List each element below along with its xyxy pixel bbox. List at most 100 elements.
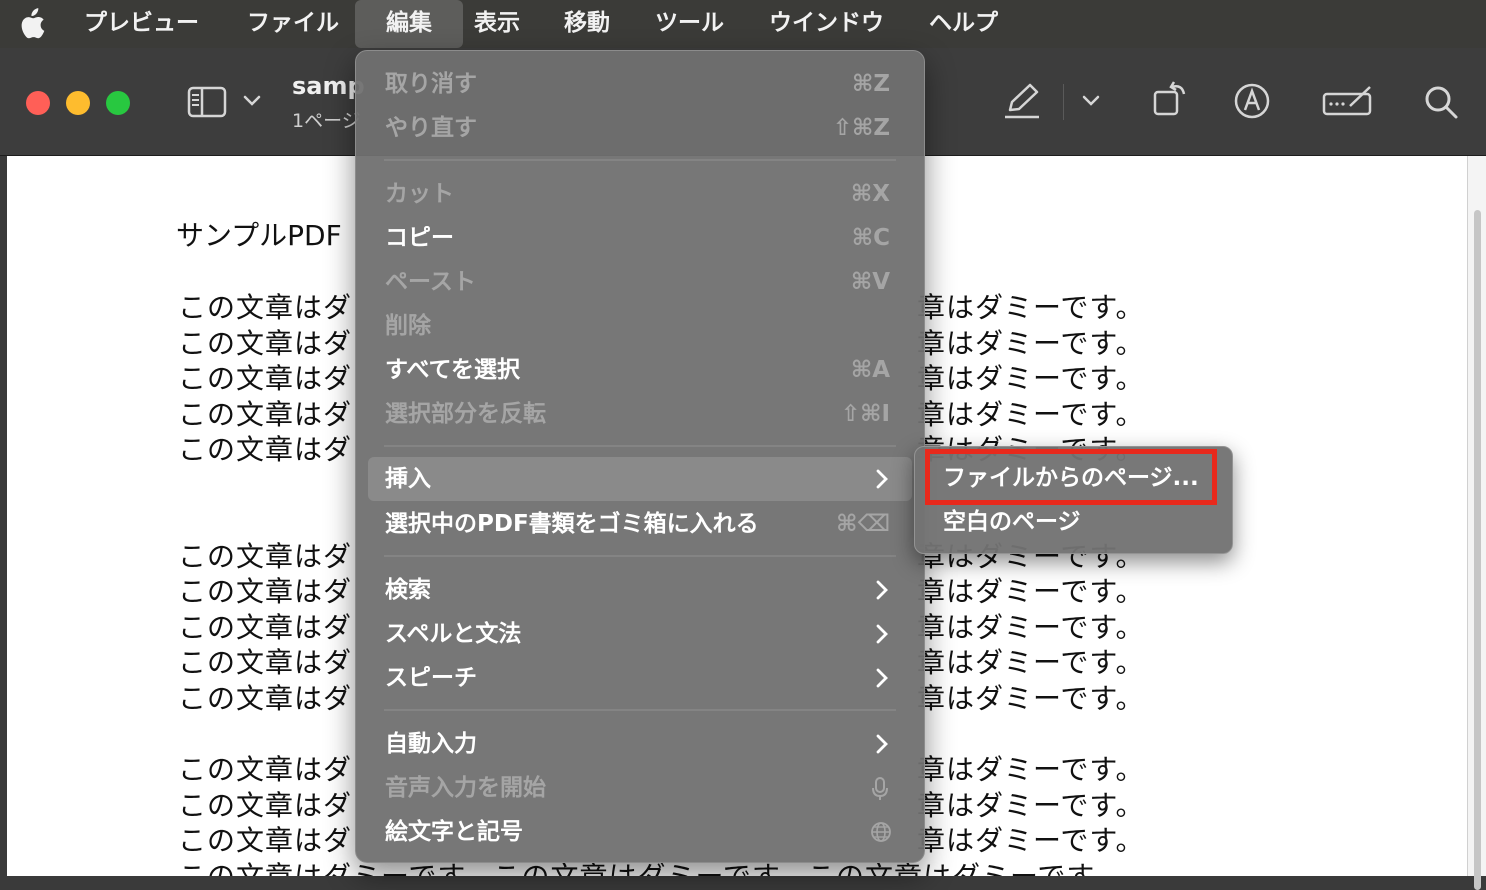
menu-separator: [384, 159, 896, 161]
menu-edit[interactable]: 編集: [355, 0, 463, 48]
chevron-down-icon[interactable]: [1081, 94, 1101, 108]
shortcut-label: ⇧⌘I: [840, 401, 890, 427]
menu-preview[interactable]: プレビュー: [84, 0, 199, 48]
menu-item-label: コピー: [385, 225, 454, 251]
pdf-line-right: 章はダミーです。: [917, 789, 1145, 822]
pdf-line-right: 章はダミーです。: [917, 575, 1145, 608]
shortcut-label: ⌘⌫: [836, 511, 890, 537]
minimize-window-button[interactable]: [66, 91, 90, 115]
pdf-line-left: この文章はダ: [178, 327, 353, 360]
menu-item-insert[interactable]: 挿入: [368, 457, 912, 501]
menu-item-emoji-symbols[interactable]: 絵文字と記号: [368, 810, 912, 854]
menu-item-label: カット: [385, 181, 454, 207]
menu-item-autofill[interactable]: 自動入力: [368, 722, 912, 766]
pdf-line-right: 章はダミーです。: [917, 362, 1145, 395]
scrollbar-thumb[interactable]: [1474, 210, 1481, 890]
pdf-line-left: この文章はダ: [178, 824, 353, 857]
menu-item-invert-selection[interactable]: 選択部分を反転 ⇧⌘I: [368, 392, 912, 436]
menu-item-label: 自動入力: [385, 731, 477, 757]
menu-tools[interactable]: ツール: [655, 0, 724, 48]
pdf-line-right: 章はダミーです。: [917, 646, 1145, 679]
pdf-line-left: この文章はダ: [178, 398, 353, 431]
pdf-line-left: この文章はダ: [178, 540, 353, 573]
pdf-line-left: この文章はダ: [178, 646, 353, 679]
close-window-button[interactable]: [26, 91, 50, 115]
menu-item-start-dictation[interactable]: 音声入力を開始: [368, 766, 912, 810]
menu-item-undo[interactable]: 取り消す ⌘Z: [368, 62, 912, 106]
menu-item-label: 検索: [385, 577, 431, 603]
menu-item-label: やり直す: [385, 115, 477, 141]
microphone-icon: [872, 777, 888, 800]
signature-icon[interactable]: [1322, 84, 1374, 118]
shortcut-label: ⌘C: [851, 225, 890, 251]
menu-item-copy[interactable]: コピー ⌘C: [368, 216, 912, 260]
menu-bar: プレビュー ファイル 編集 表示 移動 ツール ウインドウ ヘルプ: [0, 0, 1486, 48]
document-title: samp: [292, 72, 365, 100]
zoom-window-button[interactable]: [106, 91, 130, 115]
menu-item-find[interactable]: 検索: [368, 568, 912, 612]
menu-item-label: 選択中のPDF書類をゴミ箱に入れる: [385, 511, 759, 537]
pdf-line-right: 章はダミーです。: [917, 682, 1145, 715]
submenu-item-label: 空白のページ: [943, 509, 1081, 535]
sidebar-icon[interactable]: [187, 86, 227, 118]
menu-item-label: スペルと文法: [385, 621, 522, 647]
annotate-icon[interactable]: [1233, 82, 1271, 120]
chevron-right-icon: [876, 668, 888, 688]
shortcut-label: ⌘X: [850, 181, 890, 207]
pdf-line-right: 章はダミーです。: [917, 291, 1145, 324]
chevron-right-icon: [876, 580, 888, 600]
rotate-icon[interactable]: [1152, 80, 1190, 118]
pdf-line-right: 章はダミーです。: [917, 611, 1145, 644]
menu-view[interactable]: 表示: [474, 0, 520, 48]
menu-item-label: 削除: [385, 313, 431, 339]
pdf-line-left: この文章はダ: [178, 291, 353, 324]
menu-item-cut[interactable]: カット ⌘X: [368, 172, 912, 216]
pdf-line-left: この文章はダ: [178, 433, 353, 466]
menu-item-label: 取り消す: [385, 71, 477, 97]
pdf-line-left: この文章はダ: [178, 575, 353, 608]
annotation-highlight-box: [925, 449, 1217, 505]
menu-separator: [384, 445, 896, 447]
menu-window[interactable]: ウインドウ: [769, 0, 884, 48]
menu-help[interactable]: ヘルプ: [929, 0, 998, 48]
markup-pen-icon[interactable]: [1002, 82, 1042, 120]
document-page-count: 1ページ: [292, 110, 361, 132]
pdf-line-right: 章はダミーです。: [917, 824, 1145, 857]
apple-logo-icon[interactable]: [16, 8, 46, 40]
menu-item-label: 選択部分を反転: [385, 401, 546, 427]
search-icon[interactable]: [1423, 84, 1459, 120]
pdf-line-right: 章はダミーです。: [917, 398, 1145, 431]
menu-separator: [384, 709, 896, 711]
pdf-line-left: この文章はダ: [178, 682, 353, 715]
menu-item-label: 挿入: [385, 466, 431, 492]
menu-item-delete[interactable]: 削除: [368, 304, 912, 348]
menu-item-label: スピーチ: [385, 665, 477, 691]
menu-item-move-to-trash[interactable]: 選択中のPDF書類をゴミ箱に入れる ⌘⌫: [368, 502, 912, 546]
menu-item-speech[interactable]: スピーチ: [368, 656, 912, 700]
menu-item-select-all[interactable]: すべてを選択 ⌘A: [368, 348, 912, 392]
globe-icon: [871, 822, 891, 842]
menu-item-paste[interactable]: ペースト ⌘V: [368, 260, 912, 304]
vertical-scrollbar[interactable]: [1467, 156, 1486, 890]
pdf-line-left: この文章はダ: [178, 789, 353, 822]
chevron-right-icon: [876, 624, 888, 644]
menu-file[interactable]: ファイル: [247, 0, 339, 48]
shortcut-label: ⇧⌘Z: [832, 115, 890, 141]
pdf-line-left: この文章はダ: [178, 753, 353, 786]
menu-go[interactable]: 移動: [564, 0, 610, 48]
shortcut-label: ⌘V: [850, 269, 890, 295]
menu-item-redo[interactable]: やり直す ⇧⌘Z: [368, 106, 912, 150]
pdf-line-left: この文章はダ: [178, 362, 353, 395]
toolbar-divider: [1063, 84, 1064, 120]
menu-item-label: 絵文字と記号: [385, 819, 523, 845]
pdf-line-right: 章はダミーです。: [917, 753, 1145, 786]
submenu-item-blank-page[interactable]: 空白のページ: [925, 500, 1222, 544]
pdf-line-left: この文章はダ: [178, 611, 353, 644]
menu-separator: [384, 555, 896, 557]
shortcut-label: ⌘Z: [851, 71, 890, 97]
shortcut-label: ⌘A: [850, 357, 890, 383]
menu-item-label: ペースト: [385, 269, 476, 295]
chevron-down-icon[interactable]: [242, 94, 262, 108]
menu-item-spelling-grammar[interactable]: スペルと文法: [368, 612, 912, 656]
pdf-heading: サンプルPDF: [176, 219, 342, 252]
